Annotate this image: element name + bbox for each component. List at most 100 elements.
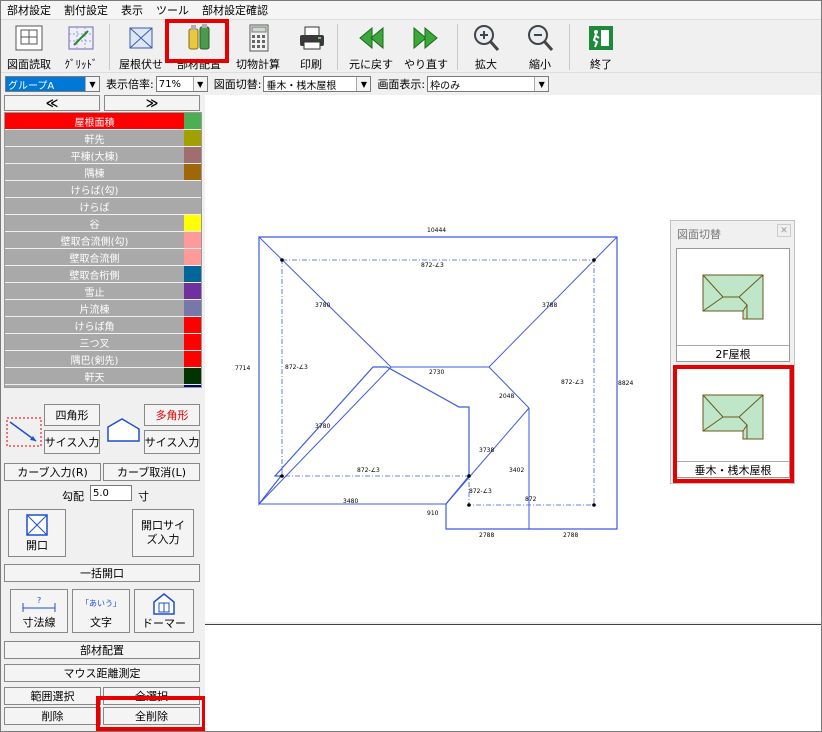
layer-item[interactable]: 屋根面積 (5, 113, 201, 130)
calculator-icon (242, 22, 274, 53)
layer-color-swatch[interactable] (184, 283, 201, 299)
bulk-opening-button[interactable]: 一括開口 (4, 564, 200, 582)
layer-color-swatch[interactable] (184, 266, 201, 282)
menu-parts-settings[interactable]: 部材設定 (7, 2, 51, 18)
plan-thumb-rafter-roof[interactable]: 垂木・桟木屋根 (676, 368, 790, 478)
exit-icon (585, 22, 617, 53)
zoom-out-label: 縮小 (529, 58, 551, 71)
layer-item[interactable]: 雪止 (5, 283, 201, 300)
redo-label: やり直す (404, 58, 448, 71)
zoom-in-button[interactable]: 拡大 (463, 22, 509, 72)
plan-icon (13, 22, 45, 53)
grid-button[interactable]: ｸﾞﾘｯﾄﾞ (59, 22, 103, 72)
plan-switch-panel: 図面切替 ✕ 2F屋根 垂木・桟木屋根 (670, 220, 795, 484)
opening-size-button[interactable]: 開口サイズ入力 (132, 509, 194, 557)
next-group-button[interactable]: ≫ (104, 95, 200, 111)
menu-view[interactable]: 表示 (121, 2, 143, 18)
zoom-value: 71% (158, 78, 181, 90)
polygon-tool-icon[interactable] (106, 413, 144, 443)
layer-color-swatch[interactable] (184, 385, 201, 387)
undo-button[interactable]: 元に戻す (344, 22, 398, 72)
read-plan-button[interactable]: 図面読取 (5, 22, 53, 72)
place-parts-panel-button[interactable]: 部材配置 (4, 641, 200, 659)
layer-color-swatch[interactable] (184, 300, 201, 316)
range-select-button[interactable]: 範囲選択 (4, 687, 101, 705)
layer-item[interactable]: 隅巴(剣先) (5, 351, 201, 368)
layer-item[interactable]: 隅棟 (5, 164, 201, 181)
zoom-in-icon (470, 22, 502, 53)
display-select[interactable]: 枠のみ ▼ (427, 76, 550, 92)
layer-item[interactable]: けらば (5, 198, 201, 215)
dimension-button[interactable]: ? 寸法線 (10, 589, 68, 633)
slope-label-inner: 872-∠3 (469, 488, 492, 495)
layer-color-swatch[interactable] (184, 198, 201, 214)
polygon-button[interactable]: 多角形 (144, 404, 200, 426)
roof-thumbnail-icon (702, 274, 764, 320)
chevron-down-icon: ▼ (85, 77, 99, 91)
layer-color-swatch[interactable] (184, 317, 201, 333)
layer-item[interactable]: 壁取合桁側 (5, 266, 201, 283)
roof-lay-button[interactable]: 屋根伏せ (115, 22, 167, 72)
opening-button[interactable]: 開口 (8, 509, 66, 557)
print-button[interactable]: 印刷 (291, 22, 331, 72)
delete-all-button[interactable]: 全削除 (103, 707, 200, 725)
layer-color-swatch[interactable] (184, 113, 201, 129)
hip-line (258, 366, 392, 505)
layer-color-swatch[interactable] (184, 130, 201, 146)
curve-cancel-button[interactable]: カーブ取消(L) (103, 463, 200, 481)
layer-item[interactable]: 谷 (5, 215, 201, 232)
curve-input-button[interactable]: カーブ入力(R) (4, 463, 101, 481)
rectangle-button[interactable]: 四角形 (44, 404, 100, 426)
text-button[interactable]: 「あいう」 文字 (72, 589, 130, 633)
close-icon[interactable]: ✕ (777, 224, 791, 237)
polygon-size-input-button[interactable]: サイス入力 (144, 430, 200, 454)
zoom-select[interactable]: 71% ▼ (155, 76, 208, 92)
plan-thumb-2f-roof[interactable]: 2F屋根 (676, 248, 790, 362)
place-parts-button[interactable]: 部材配置 (173, 22, 225, 72)
print-label: 印刷 (300, 58, 322, 71)
layer-name: 屋根面積 (5, 113, 185, 129)
layer-item[interactable]: けらば(勾) (5, 181, 201, 198)
slope-input[interactable]: 5.0 (90, 485, 132, 501)
layer-item[interactable]: 三つ叉 (5, 334, 201, 351)
layer-item[interactable]: 壁取合流側 (5, 249, 201, 266)
delete-button[interactable]: 削除 (4, 707, 101, 725)
menu-tools[interactable]: ツール (156, 2, 189, 18)
cut-calc-button[interactable]: 切物計算 (231, 22, 285, 72)
layer-color-swatch[interactable] (184, 232, 201, 248)
layer-color-swatch[interactable] (184, 164, 201, 180)
layer-item[interactable]: 棟止め右 (5, 385, 201, 387)
rect-size-input-button[interactable]: サイス入力 (44, 430, 100, 454)
prev-group-button[interactable]: ≪ (4, 95, 100, 111)
select-all-button[interactable]: 全選択 (103, 687, 200, 705)
layer-color-swatch[interactable] (184, 147, 201, 163)
redo-button[interactable]: やり直す (401, 22, 451, 72)
group-value: グループA (8, 80, 55, 92)
layer-color-swatch[interactable] (184, 249, 201, 265)
parts-icon (183, 22, 215, 53)
plan-switch-select[interactable]: 垂木・桟木屋根 ▼ (263, 76, 372, 92)
layer-item[interactable]: 軒先 (5, 130, 201, 147)
layer-list: 屋根面積 軒先 平棟(大棟) 隅棟 けらば(勾) けらば谷壁取合流側(勾) 壁取合流側 壁取合… (4, 112, 202, 388)
layer-item[interactable]: 壁取合流側(勾) (5, 232, 201, 249)
read-plan-label: 図面読取 (7, 58, 51, 71)
group-select[interactable]: グループA ▼ (5, 76, 100, 92)
layer-color-swatch[interactable] (184, 181, 201, 197)
layer-color-swatch[interactable] (184, 351, 201, 367)
layer-color-swatch[interactable] (184, 334, 201, 350)
layer-item[interactable]: けらば角 (5, 317, 201, 334)
mouse-measure-button[interactable]: マウス距離測定 (4, 664, 200, 682)
menu-parts-check[interactable]: 部材設定確認 (202, 2, 268, 18)
dim-hip-bottom-left: 3780 (315, 423, 330, 430)
layer-item[interactable]: 軒天 (5, 368, 201, 385)
zoom-out-button[interactable]: 縮小 (517, 22, 563, 72)
layer-color-swatch[interactable] (184, 368, 201, 384)
menu-layout-settings[interactable]: 割付設定 (64, 2, 108, 18)
dormer-button[interactable]: ドーマー (134, 589, 194, 633)
plan-switch-value: 垂木・桟木屋根 (266, 80, 337, 92)
rectangle-tool-icon[interactable] (6, 417, 42, 447)
layer-color-swatch[interactable] (184, 215, 201, 231)
exit-button[interactable]: 終了 (579, 22, 623, 72)
layer-item[interactable]: 平棟(大棟) (5, 147, 201, 164)
layer-item[interactable]: 片流棟 (5, 300, 201, 317)
